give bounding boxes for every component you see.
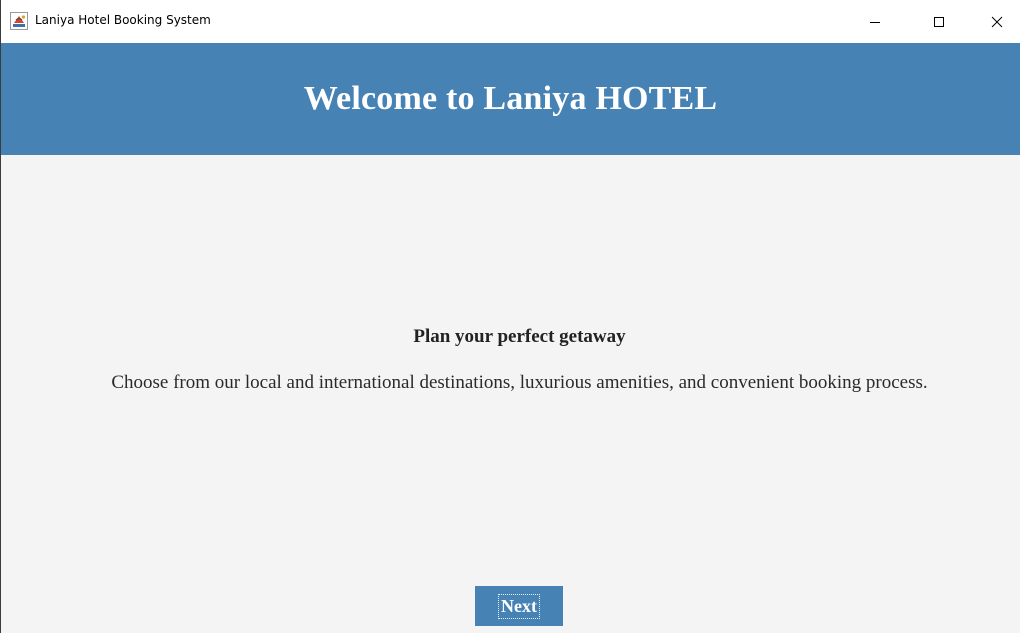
maximize-icon	[933, 16, 945, 28]
description-text: Choose from our local and international …	[111, 372, 928, 393]
app-window: Laniya Hotel Booking System Welcome to L…	[0, 0, 1020, 633]
close-button[interactable]	[974, 0, 1020, 43]
next-button-label: Next	[498, 593, 540, 619]
page-title: Welcome to Laniya HOTEL	[303, 80, 718, 117]
close-icon	[991, 16, 1003, 28]
minimize-icon	[869, 16, 881, 28]
tagline: Plan your perfect getaway	[413, 326, 626, 347]
next-button[interactable]: Next	[475, 586, 563, 626]
header-banner: Welcome to Laniya HOTEL	[1, 43, 1020, 155]
welcome-panel: Plan your perfect getaway Choose from ou…	[1, 155, 1020, 633]
title-bar[interactable]: Laniya Hotel Booking System	[1, 0, 1020, 43]
maximize-button[interactable]	[916, 0, 962, 43]
minimize-button[interactable]	[852, 0, 898, 43]
java-cup-icon	[10, 12, 28, 30]
window-title: Laniya Hotel Booking System	[35, 13, 211, 27]
